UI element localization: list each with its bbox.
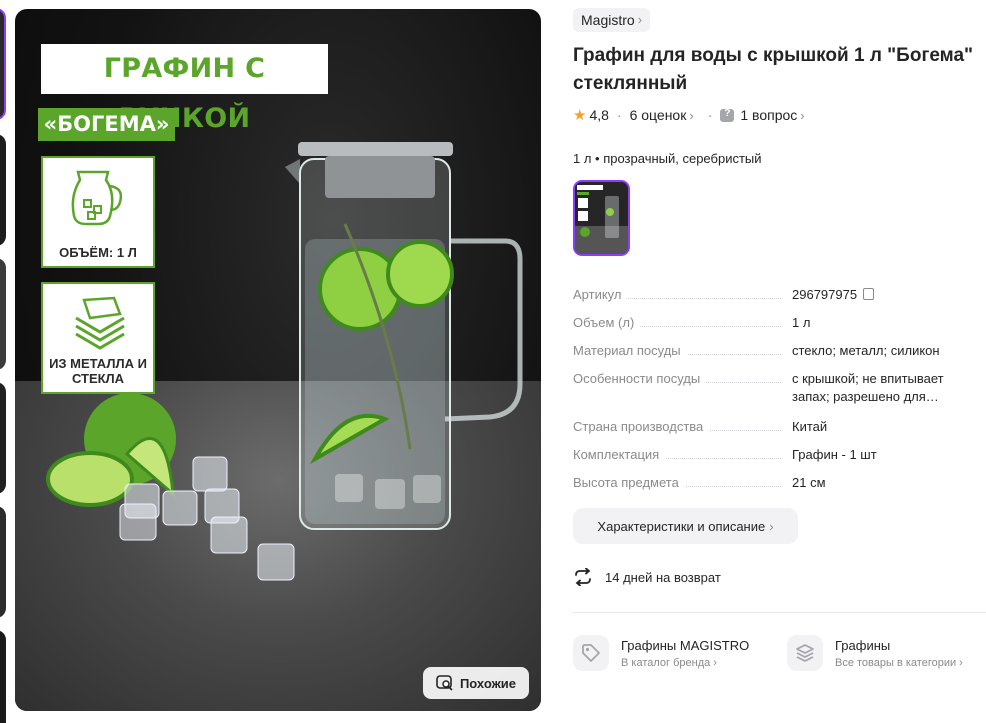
spec-key: Объем (л) [573, 314, 641, 332]
characteristics-button[interactable]: Характеристики и описание › [573, 508, 798, 544]
questions-link[interactable]: 1 вопрос [740, 107, 797, 123]
gallery-thumbnail[interactable] [0, 630, 6, 723]
stack-icon [787, 635, 823, 671]
main-product-image[interactable]: ГРАФИН С РУЧКОЙ «БОГЕМА» ОБЪЁМ: 1 Л ИЗ М… [15, 9, 541, 711]
tag-icon [573, 635, 609, 671]
return-policy: 14 дней на возврат [573, 568, 721, 586]
return-arrows-icon [575, 568, 591, 586]
spec-value: Китай [792, 419, 828, 434]
chevron-right-icon: › [637, 12, 643, 27]
similar-button-label: Похожие [459, 675, 517, 691]
brand-catalog-link[interactable]: Графины MAGISTRO В каталог бренда › [573, 635, 749, 671]
spec-value: 21 см [792, 475, 826, 490]
feature-badge-volume: ОБЪЁМ: 1 Л [41, 156, 155, 268]
layers-icon [75, 296, 125, 350]
brand-name: Magistro [581, 12, 635, 28]
spec-key: Материал посуды [573, 342, 687, 360]
jug-icon [71, 170, 123, 226]
question-icon [720, 108, 735, 122]
separator-dot: · [707, 107, 713, 123]
promo-subtitle: «БОГЕМА» [38, 108, 175, 141]
gallery-thumbnail[interactable] [0, 382, 6, 494]
similar-products-button[interactable]: Похожие [423, 667, 529, 699]
brand-catalog-subtitle: В каталог бренда › [621, 657, 717, 669]
spec-key: Комплектация [573, 446, 666, 464]
return-policy-text: 14 дней на возврат [605, 569, 721, 585]
feature-label: ИЗ МЕТАЛЛА И СТЕКЛА [49, 356, 147, 386]
spec-value: с крышкой; не впитывает запах; разрешено… [792, 371, 944, 404]
variant-description: 1 л • прозрачный, серебристый [573, 151, 762, 166]
thumbnail-strip [0, 0, 8, 723]
separator-dot: · [616, 107, 622, 123]
spec-value: стекло; металл; силикон [792, 343, 940, 358]
characteristics-button-label: Характеристики и описание [597, 518, 766, 534]
spec-value: 1 л [792, 315, 811, 330]
article-number: 296797975 [792, 287, 858, 302]
star-icon: ★ [573, 107, 587, 124]
divider [573, 612, 986, 613]
brand-catalog-title: Графины MAGISTRO [621, 638, 750, 653]
brand-chip[interactable]: Magistro › [573, 8, 651, 32]
copy-icon[interactable] [863, 288, 875, 300]
search-similar-icon [436, 675, 453, 691]
chevron-right-icon: › [769, 518, 774, 534]
rating-row: ★ 4,8 · 6 оценок › · 1 вопрос › [573, 106, 805, 124]
promo-title: ГРАФИН С РУЧКОЙ [41, 44, 328, 134]
category-title: Графины [835, 638, 891, 653]
chevron-right-icon: › [800, 107, 805, 123]
gallery-thumbnail[interactable] [0, 134, 6, 246]
gallery-thumbnail[interactable] [0, 506, 6, 618]
rating-value: 4,8 [589, 107, 609, 123]
spec-key: Особенности посуды [573, 370, 707, 388]
chevron-right-icon: › [689, 107, 694, 123]
feature-badge-material: ИЗ МЕТАЛЛА И СТЕКЛА [41, 282, 155, 394]
spec-value: Графин - 1 шт [792, 447, 877, 462]
gallery-thumbnail[interactable] [0, 258, 6, 370]
category-link[interactable]: Графины Все товары в категории › [787, 635, 963, 671]
variant-thumbnail-image [575, 182, 628, 254]
gallery-thumbnail[interactable] [0, 8, 6, 120]
category-subtitle: Все товары в категории › [835, 657, 963, 669]
spec-key: Высота предмета [573, 474, 685, 492]
product-title: Графин для воды с крышкой 1 л "Богема" с… [573, 45, 974, 94]
feature-label: ОБЪЁМ: 1 Л [59, 245, 137, 260]
variant-thumbnail[interactable] [573, 180, 630, 256]
spec-value: 296797975 [792, 286, 972, 304]
spec-key: Артикул [573, 286, 628, 304]
spec-key: Страна производства [573, 418, 710, 436]
reviews-link[interactable]: 6 оценок [630, 107, 687, 123]
